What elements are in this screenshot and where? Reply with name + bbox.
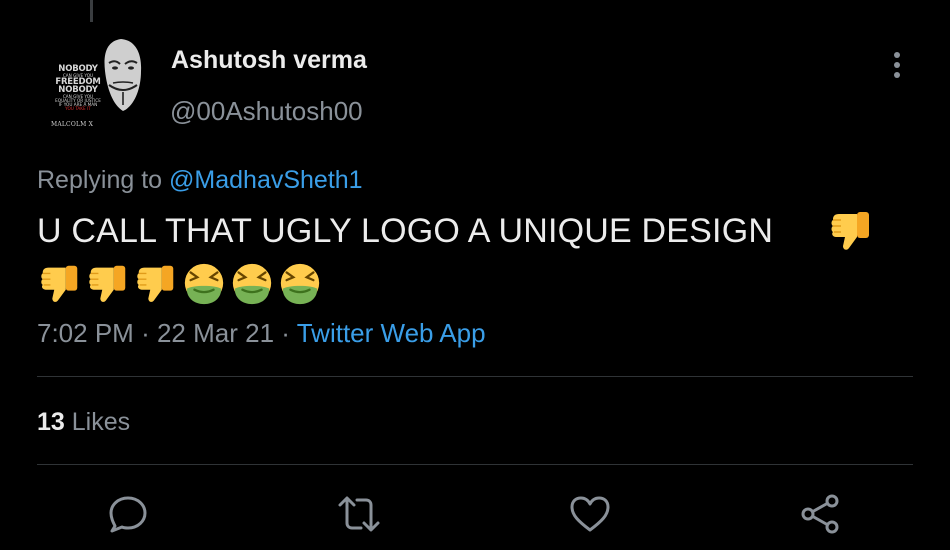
thumbs-down-icon xyxy=(41,265,78,302)
guy-fawkes-mask-icon xyxy=(104,39,142,111)
meta-separator: · xyxy=(141,318,150,348)
avatar[interactable]: NOBODY CAN GIVE YOU FREEDOM NOBODY CAN G… xyxy=(37,37,144,130)
nauseated-face-icon xyxy=(184,263,224,305)
emoji-row xyxy=(36,260,324,306)
reply-mention-link[interactable]: @MadhavSheth1 xyxy=(169,166,363,194)
likes-label: Likes xyxy=(71,408,131,436)
author-display-name[interactable]: Ashutosh verma xyxy=(171,46,367,75)
nauseated-face-icon xyxy=(232,263,272,305)
tweet-time[interactable]: 7:02 PM xyxy=(37,318,134,348)
nauseated-face-icon xyxy=(280,263,320,305)
tweet-meta: 7:02 PM · 22 Mar 21 · Twitter Web App xyxy=(37,318,486,349)
thread-connector-line xyxy=(90,0,93,22)
thumbs-down-icon xyxy=(137,265,174,302)
reply-icon[interactable] xyxy=(106,493,150,535)
replying-to-line: Replying to @MadhavSheth1 xyxy=(37,166,363,195)
retweet-icon[interactable] xyxy=(337,493,381,535)
meta-separator: · xyxy=(281,318,290,348)
tweet-text: U CALL THAT UGLY LOGO A UNIQUE DESIGN xyxy=(37,212,774,250)
more-options-icon[interactable] xyxy=(886,50,910,80)
thumbs-down-icon xyxy=(831,212,869,250)
tweet-source-link[interactable]: Twitter Web App xyxy=(297,318,486,348)
thumbs-down-icon xyxy=(89,265,126,302)
avatar-signature: MALCOLM X xyxy=(51,121,94,128)
divider xyxy=(37,464,913,465)
likes-count: 13 xyxy=(37,408,65,436)
replying-to-label: Replying to xyxy=(37,166,163,194)
likes-stat[interactable]: 13 Likes xyxy=(37,408,130,437)
share-icon[interactable] xyxy=(799,493,843,535)
tweet-date[interactable]: 22 Mar 21 xyxy=(157,318,274,348)
like-icon[interactable] xyxy=(568,493,612,535)
divider xyxy=(37,376,913,377)
author-handle[interactable]: @00Ashutosh00 xyxy=(170,96,363,127)
